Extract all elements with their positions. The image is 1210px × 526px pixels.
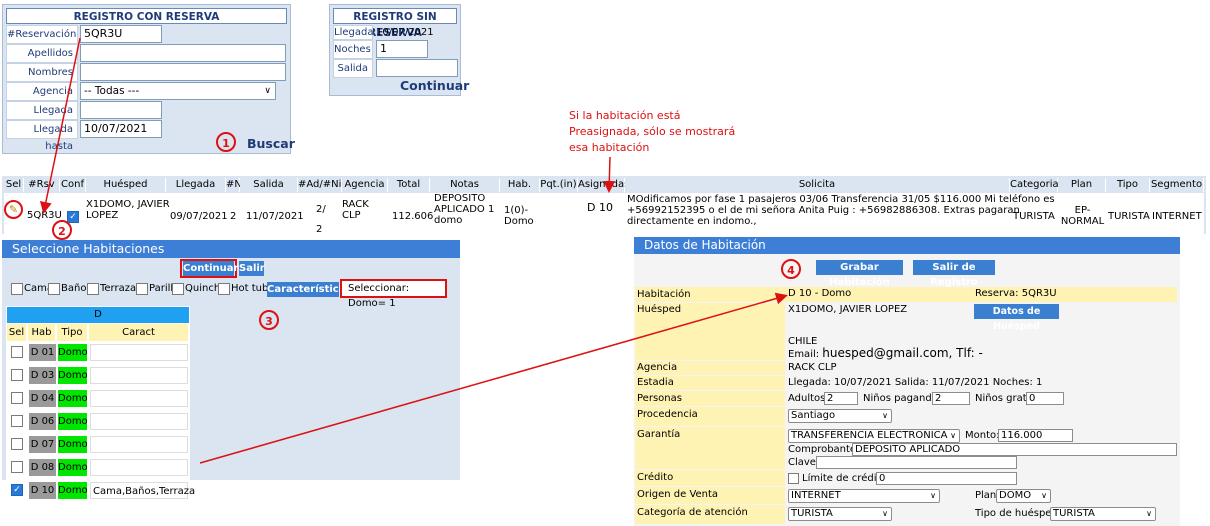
annotation-arrows xyxy=(39,37,788,464)
arrow-reservacion-to-edit xyxy=(39,37,81,214)
arrow-note-to-asignadas xyxy=(603,156,616,193)
arrow-room-to-datos xyxy=(199,292,788,464)
